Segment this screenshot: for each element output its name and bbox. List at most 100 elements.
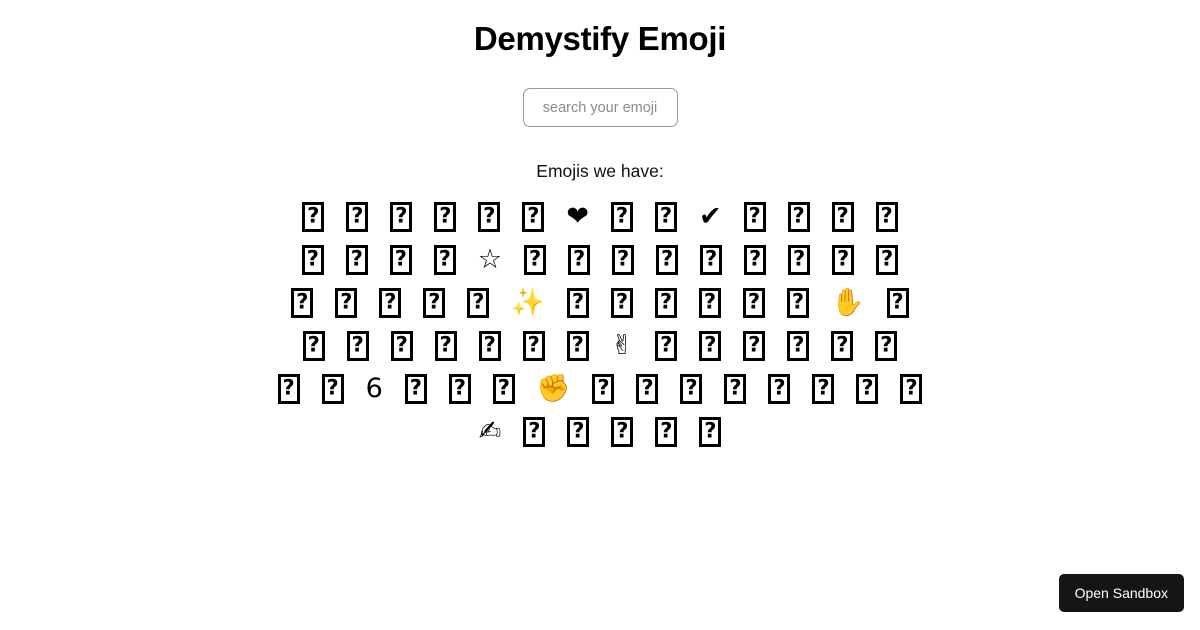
emoji-tofu[interactable] <box>733 195 777 238</box>
emoji-row: ✨✋ <box>240 281 960 324</box>
emoji-tofu[interactable] <box>291 195 335 238</box>
emoji-tofu[interactable] <box>379 195 423 238</box>
emoji-tofu[interactable] <box>335 238 379 281</box>
emoji-tofu[interactable] <box>600 281 644 324</box>
emoji-tofu[interactable] <box>267 367 311 410</box>
missing-glyph-icon <box>278 374 300 404</box>
emoji-tofu[interactable] <box>556 410 600 453</box>
emoji-tofu[interactable] <box>601 238 645 281</box>
emoji-tofu[interactable] <box>713 367 757 410</box>
black-heart-emoji-glyph: ❤ <box>566 203 589 230</box>
emoji-tofu[interactable] <box>324 281 368 324</box>
emoji-tofu[interactable] <box>412 281 456 324</box>
emoji-tofu[interactable] <box>669 367 713 410</box>
emoji-tofu[interactable] <box>600 410 644 453</box>
missing-glyph-icon <box>322 374 344 404</box>
emoji-tofu[interactable] <box>423 195 467 238</box>
emoji-tofu[interactable] <box>512 410 556 453</box>
emoji-tofu[interactable] <box>511 195 555 238</box>
emoji-tofu[interactable] <box>777 238 821 281</box>
emoji-tofu[interactable] <box>556 281 600 324</box>
missing-glyph-icon <box>831 331 853 361</box>
emoji-tofu[interactable] <box>644 410 688 453</box>
emoji-tofu[interactable] <box>777 195 821 238</box>
emoji-tofu[interactable] <box>557 238 601 281</box>
emoji-tofu[interactable] <box>688 324 732 367</box>
emoji-tofu[interactable] <box>776 281 820 324</box>
missing-glyph-icon <box>390 245 412 275</box>
emoji-tofu[interactable] <box>456 281 500 324</box>
emoji-tofu[interactable] <box>368 281 412 324</box>
emoji-tofu[interactable] <box>335 195 379 238</box>
page-title: Demystify Emoji <box>0 0 1200 60</box>
star-emoji-glyph: ☆ <box>478 246 502 273</box>
missing-glyph-icon <box>611 417 633 447</box>
sparkles-emoji[interactable]: ✨ <box>500 281 556 324</box>
emoji-tofu[interactable] <box>438 367 482 410</box>
missing-glyph-icon <box>611 202 633 232</box>
emoji-tofu[interactable] <box>336 324 380 367</box>
victory-hand-emoji-glyph: ✌ <box>611 332 634 359</box>
emoji-tofu[interactable] <box>424 324 468 367</box>
missing-glyph-icon <box>568 245 590 275</box>
emoji-tofu[interactable] <box>801 367 845 410</box>
emoji-tofu[interactable] <box>380 324 424 367</box>
star-emoji[interactable]: ☆ <box>467 238 513 281</box>
sparkles-emoji-glyph: ✨ <box>511 289 545 316</box>
emoji-tofu[interactable] <box>600 195 644 238</box>
emoji-tofu[interactable] <box>513 238 557 281</box>
emoji-tofu[interactable] <box>556 324 600 367</box>
emoji-tofu[interactable] <box>379 238 423 281</box>
emoji-tofu[interactable] <box>876 281 920 324</box>
missing-glyph-icon <box>523 417 545 447</box>
search-input[interactable] <box>523 88 678 127</box>
emoji-tofu[interactable] <box>291 238 335 281</box>
emoji-tofu[interactable] <box>688 281 732 324</box>
emoji-tofu[interactable] <box>733 238 777 281</box>
check-mark-emoji[interactable]: ✔ <box>688 195 733 238</box>
missing-glyph-icon <box>788 202 810 232</box>
emoji-tofu[interactable] <box>394 367 438 410</box>
emoji-tofu[interactable] <box>821 238 865 281</box>
bar-chart-emoji[interactable]: ὏6 <box>355 367 394 410</box>
missing-glyph-icon <box>788 245 810 275</box>
emoji-tofu[interactable] <box>625 367 669 410</box>
emoji-tofu[interactable] <box>423 238 467 281</box>
emoji-tofu[interactable] <box>468 324 512 367</box>
raised-fist-emoji[interactable]: ✊ <box>526 367 582 410</box>
writing-hand-emoji[interactable]: ✍ <box>468 410 513 453</box>
emoji-tofu[interactable] <box>311 367 355 410</box>
emoji-tofu[interactable] <box>821 195 865 238</box>
emoji-tofu[interactable] <box>644 324 688 367</box>
emoji-tofu[interactable] <box>865 195 909 238</box>
emoji-tofu[interactable] <box>645 238 689 281</box>
emoji-tofu[interactable] <box>688 410 732 453</box>
emoji-tofu[interactable] <box>732 281 776 324</box>
emoji-tofu[interactable] <box>292 324 336 367</box>
emoji-tofu[interactable] <box>889 367 933 410</box>
open-sandbox-button[interactable]: Open Sandbox <box>1059 574 1184 612</box>
emoji-tofu[interactable] <box>845 367 889 410</box>
emoji-tofu[interactable] <box>865 238 909 281</box>
missing-glyph-icon <box>656 245 678 275</box>
emoji-tofu[interactable] <box>757 367 801 410</box>
emoji-tofu[interactable] <box>776 324 820 367</box>
emoji-tofu[interactable] <box>732 324 776 367</box>
emoji-tofu[interactable] <box>644 281 688 324</box>
victory-hand-emoji[interactable]: ✌ <box>600 324 645 367</box>
black-heart-emoji[interactable]: ❤ <box>555 195 600 238</box>
raised-hand-emoji[interactable]: ✋ <box>820 281 876 324</box>
emoji-tofu[interactable] <box>864 324 908 367</box>
emoji-tofu[interactable] <box>467 195 511 238</box>
emoji-tofu[interactable] <box>280 281 324 324</box>
emoji-tofu[interactable] <box>820 324 864 367</box>
emoji-tofu[interactable] <box>581 367 625 410</box>
emoji-tofu[interactable] <box>482 367 526 410</box>
missing-glyph-icon <box>699 417 721 447</box>
emoji-tofu[interactable] <box>512 324 556 367</box>
emoji-tofu[interactable] <box>689 238 733 281</box>
emoji-tofu[interactable] <box>644 195 688 238</box>
missing-glyph-icon <box>699 288 721 318</box>
missing-glyph-icon <box>493 374 515 404</box>
missing-glyph-icon <box>567 288 589 318</box>
